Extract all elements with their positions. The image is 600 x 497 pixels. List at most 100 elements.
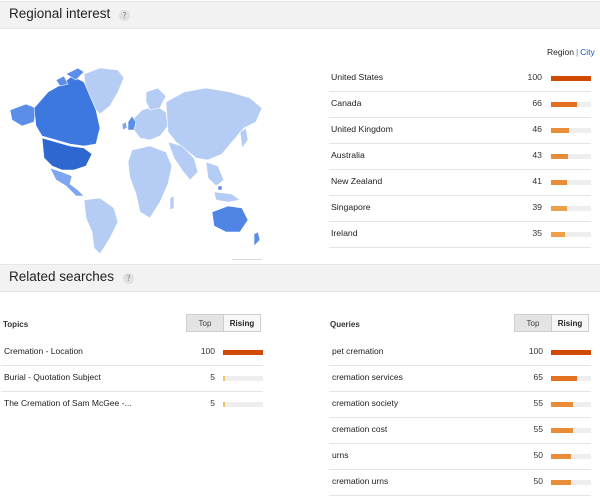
region-label: United Kingdom [331, 124, 393, 134]
map-region-alaska [9, 103, 37, 127]
region-bar [551, 180, 591, 185]
region-label: Australia [331, 150, 365, 160]
world-map-svg [9, 67, 263, 255]
related-searches-header: Related searches ? [0, 264, 600, 292]
region-bar-fill [551, 206, 567, 211]
topic-label: The Cremation of Sam McGee -... [4, 398, 132, 408]
region-value: 35 [532, 228, 542, 238]
query-bar [551, 402, 591, 407]
list-item[interactable]: Singapore 39 [329, 196, 591, 222]
tab-rising[interactable]: Rising [223, 314, 261, 332]
topics-label: Topics [3, 320, 29, 329]
query-value: 55 [533, 398, 543, 408]
region-toggle[interactable]: Region [547, 47, 574, 57]
topic-label: Burial - Quotation Subject [4, 372, 101, 382]
tab-rising[interactable]: Rising [551, 314, 589, 332]
table-row[interactable]: cremation services 65 [329, 366, 591, 392]
region-value: 100 [527, 72, 543, 82]
region-bar [551, 128, 591, 133]
help-icon[interactable]: ? [119, 10, 130, 21]
table-row[interactable]: urns 50 [329, 444, 591, 470]
table-row[interactable]: Cremation - Location 100 [1, 340, 263, 366]
table-row[interactable]: Burial - Quotation Subject 5 [1, 366, 263, 392]
query-bar [551, 350, 591, 355]
query-value: 50 [533, 476, 543, 486]
region-bar-fill [551, 154, 568, 159]
region-label: New Zealand [331, 176, 383, 186]
query-bar-fill [551, 454, 571, 459]
list-item[interactable]: New Zealand 41 [329, 170, 591, 196]
tab-top[interactable]: Top [514, 314, 552, 332]
query-bar [551, 480, 591, 485]
query-bar [551, 454, 591, 459]
region-label: United States [331, 72, 384, 82]
region-city-toggle: Region | City [547, 47, 595, 57]
table-row[interactable]: pet cremation 100 [329, 340, 591, 366]
query-bar [551, 428, 591, 433]
region-label: Canada [331, 98, 362, 108]
region-bar-fill [551, 128, 569, 133]
query-value: 65 [533, 372, 543, 382]
help-icon[interactable]: ? [123, 273, 134, 284]
topic-bar [223, 376, 263, 381]
query-label: pet cremation [332, 346, 384, 356]
region-bar-fill [551, 232, 565, 237]
queries-label: Queries [330, 320, 360, 329]
list-item[interactable]: Ireland 35 [329, 222, 591, 248]
regional-interest-header: Regional interest ? [0, 1, 600, 29]
region-value: 41 [532, 176, 542, 186]
region-bar [551, 232, 591, 237]
query-bar [551, 376, 591, 381]
query-bar-fill [551, 428, 573, 433]
topic-value: 5 [210, 398, 215, 408]
section-title-regional: Regional interest [9, 6, 111, 21]
map-region-australia [211, 205, 249, 233]
table-row[interactable]: cremation urns 50 [329, 470, 591, 496]
query-value: 100 [528, 346, 543, 356]
table-row[interactable]: cremation society 55 [329, 392, 591, 418]
query-label: urns [332, 450, 349, 460]
topic-bar [223, 402, 263, 407]
query-bar-fill [551, 350, 591, 355]
topic-bar-fill [223, 376, 225, 381]
query-value: 55 [533, 424, 543, 434]
map-divider [232, 259, 262, 260]
region-bar-fill [551, 76, 591, 81]
query-label: cremation urns [332, 476, 389, 486]
topics-tabs: Top Rising [186, 314, 262, 332]
map-region-africa [127, 145, 173, 219]
city-toggle[interactable]: City [580, 47, 595, 57]
region-bar-fill [551, 102, 577, 107]
region-bar [551, 206, 591, 211]
map-region-europe [131, 105, 169, 141]
topic-bar [223, 350, 263, 355]
queries-tabs: Top Rising [514, 314, 590, 332]
query-bar-fill [551, 376, 577, 381]
map-region-new-zealand [253, 231, 261, 247]
map-region-mexico [49, 167, 85, 197]
query-value: 50 [533, 450, 543, 460]
query-label: cremation cost [332, 424, 388, 434]
region-label: Singapore [331, 202, 371, 212]
region-value: 43 [532, 150, 542, 160]
list-item[interactable]: United Kingdom 46 [329, 118, 591, 144]
world-map[interactable] [0, 62, 270, 258]
topic-bar-fill [223, 402, 225, 407]
topic-value: 100 [200, 346, 215, 356]
list-item[interactable]: Canada 66 [329, 92, 591, 118]
query-label: cremation services [332, 372, 403, 382]
region-bar-fill [551, 180, 567, 185]
tab-top[interactable]: Top [186, 314, 224, 332]
topic-bar-fill [223, 350, 263, 355]
region-bar [551, 102, 591, 107]
table-row[interactable]: cremation cost 55 [329, 418, 591, 444]
region-value: 46 [532, 124, 542, 134]
query-bar-fill [551, 480, 571, 485]
topic-value: 5 [210, 372, 215, 382]
region-label: Ireland [331, 228, 358, 238]
table-row[interactable]: The Cremation of Sam McGee -... 5 [1, 392, 263, 417]
list-item[interactable]: Australia 43 [329, 144, 591, 170]
query-bar-fill [551, 402, 573, 407]
list-item[interactable]: United States 100 [329, 66, 591, 92]
map-region-south-america [83, 197, 119, 255]
